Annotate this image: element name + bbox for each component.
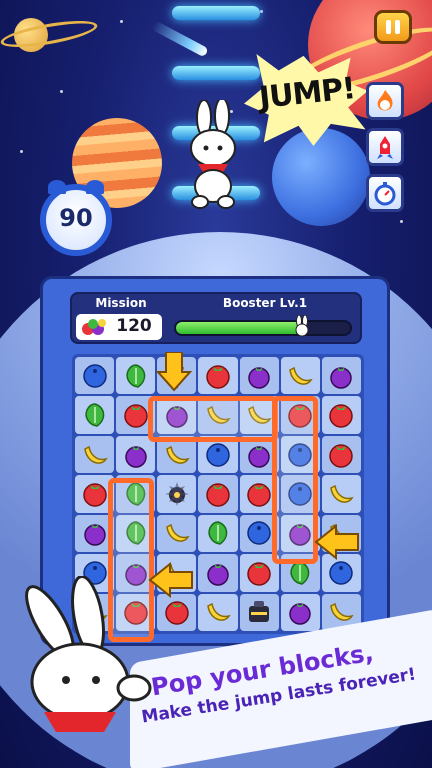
tomato-icon <box>329 443 354 468</box>
rabbit-marker-icon <box>295 315 309 337</box>
grid-cell[interactable] <box>75 357 115 395</box>
banana-icon <box>330 603 355 622</box>
lettuce-icon <box>84 403 104 427</box>
rocket-booster-button[interactable] <box>366 128 404 166</box>
eggplant-icon <box>248 445 270 468</box>
game-scene: JUMP! 90 Mission 120 Booster Lv.1 Pop yo… <box>0 0 432 768</box>
timer-bell-right <box>86 180 104 194</box>
eggplant-icon <box>124 445 147 468</box>
locked-icon <box>249 601 270 623</box>
grid-cell[interactable] <box>198 554 238 592</box>
star <box>260 10 263 13</box>
grid-cell[interactable] <box>198 357 238 395</box>
banana-icon <box>166 445 190 464</box>
stopwatch-icon <box>374 182 396 206</box>
mascot-rabbit <box>25 576 152 732</box>
tomato-icon <box>206 364 230 389</box>
blueberry-icon <box>82 363 107 388</box>
booster-progress-fill <box>176 322 302 334</box>
jump-platform <box>172 6 260 20</box>
match-highlight <box>272 396 318 564</box>
grid-cell[interactable] <box>239 593 279 631</box>
booster-progress-bar <box>174 320 352 336</box>
tomato-icon <box>206 483 230 507</box>
grid-cell[interactable] <box>198 514 238 553</box>
blueberry-icon <box>206 442 230 467</box>
star <box>20 150 23 153</box>
mission-fruits-icon <box>82 319 106 335</box>
eggplant-icon <box>289 603 312 626</box>
grid-cell[interactable] <box>157 475 197 513</box>
rocket-icon <box>377 136 393 159</box>
tomato-icon <box>329 404 354 428</box>
fire-rabbit-icon <box>377 90 393 111</box>
star <box>60 90 63 93</box>
grid-cell[interactable] <box>321 396 361 434</box>
pause-icon <box>386 20 391 34</box>
blueberry-icon <box>247 521 271 546</box>
lettuce-icon <box>208 521 228 546</box>
fire-rabbit-booster-button[interactable] <box>366 82 404 120</box>
star <box>400 220 403 223</box>
mission-label: Mission <box>95 296 147 310</box>
tomato-icon <box>247 483 271 507</box>
eggplant-icon <box>207 563 229 586</box>
timer-bell-left <box>48 180 66 194</box>
small-planet-ring <box>0 15 99 53</box>
grid-cell[interactable] <box>321 357 361 395</box>
grid-cell[interactable] <box>198 475 238 513</box>
grid-cell[interactable] <box>239 357 279 395</box>
comet <box>151 20 209 58</box>
tomato-icon <box>247 562 271 586</box>
blueberry-icon <box>329 561 354 585</box>
grid-cell[interactable] <box>198 593 238 631</box>
booster-level-label: Booster Lv.1 <box>222 296 308 310</box>
tomato-icon <box>82 483 107 507</box>
grid-cell[interactable] <box>116 435 156 474</box>
grid-cell[interactable] <box>280 357 320 395</box>
arrow-left-icon <box>314 524 359 560</box>
stopwatch-booster-button[interactable] <box>366 174 404 212</box>
lettuce-icon <box>126 363 145 388</box>
banana-icon <box>166 524 190 543</box>
match-highlight <box>148 396 278 442</box>
blue-planet <box>272 128 370 226</box>
grid-cell[interactable] <box>280 593 320 631</box>
banana-icon <box>207 603 231 622</box>
grid-cell[interactable] <box>321 475 361 513</box>
jumping-rabbit <box>190 100 236 209</box>
timer-clock: 90 <box>40 180 112 256</box>
tomato-icon <box>123 404 148 428</box>
timer-value: 90 <box>59 204 93 232</box>
arrow-down-icon <box>156 352 192 392</box>
banana-icon <box>330 484 355 503</box>
eggplant-icon <box>248 366 270 389</box>
grid-cell[interactable] <box>116 357 156 395</box>
bomb-icon <box>164 481 189 506</box>
banana-icon <box>83 445 108 464</box>
eggplant-icon <box>330 366 353 389</box>
tomato-icon <box>165 601 189 626</box>
grid-cell[interactable] <box>321 435 361 474</box>
jump-platform <box>172 66 260 80</box>
star <box>120 20 123 23</box>
grid-cell[interactable] <box>157 514 197 553</box>
banana-icon <box>289 366 313 385</box>
pause-icon-bar <box>395 20 400 34</box>
pause-button[interactable] <box>374 10 412 44</box>
mission-count: 120 <box>116 316 152 336</box>
eggplant-icon <box>83 524 106 547</box>
grid-cell[interactable] <box>75 435 115 474</box>
grid-cell[interactable] <box>75 396 115 434</box>
